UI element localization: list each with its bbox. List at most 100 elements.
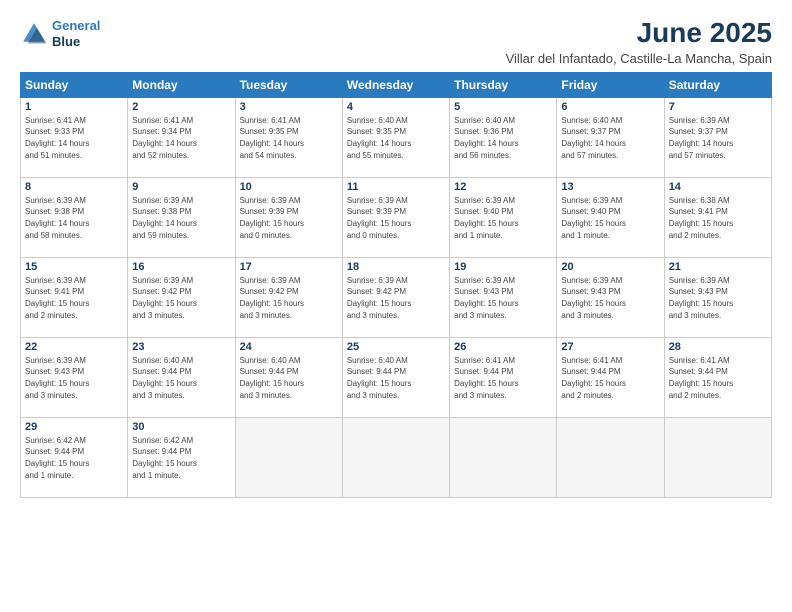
- weekday-monday: Monday: [128, 72, 235, 97]
- day-number: 26: [454, 341, 552, 353]
- day-number: 14: [669, 181, 767, 193]
- day-number: 11: [347, 181, 445, 193]
- table-row: 17Sunrise: 6:39 AMSunset: 9:42 PMDayligh…: [235, 257, 342, 337]
- table-row: 1Sunrise: 6:41 AMSunset: 9:33 PMDaylight…: [21, 97, 128, 177]
- table-row: 14 Sunrise: 6:38 AMSunset: 9:41 PMDayligh…: [664, 177, 771, 257]
- day-number: 29: [25, 421, 123, 433]
- day-number: 2: [132, 101, 230, 113]
- table-row: 5 Sunrise: 6:40 AMSunset: 9:36 PMDaylight…: [450, 97, 557, 177]
- day-info: Sunrise: 6:39 AMSunset: 9:43 PMDaylight:…: [561, 275, 659, 321]
- day-info: Sunrise: 6:40 AMSunset: 9:44 PMDaylight:…: [347, 355, 445, 401]
- day-number: 12: [454, 181, 552, 193]
- day-info: Sunrise: 6:40 AMSunset: 9:44 PMDaylight:…: [132, 355, 230, 401]
- subtitle: Villar del Infantado, Castille-La Mancha…: [506, 51, 772, 66]
- table-row: 6Sunrise: 6:40 AMSunset: 9:37 PMDaylight…: [557, 97, 664, 177]
- table-row: 15Sunrise: 6:39 AMSunset: 9:41 PMDayligh…: [21, 257, 128, 337]
- weekday-sunday: Sunday: [21, 72, 128, 97]
- table-row: 24Sunrise: 6:40 AMSunset: 9:44 PMDayligh…: [235, 337, 342, 417]
- day-number: 10: [240, 181, 338, 193]
- day-number: 18: [347, 261, 445, 273]
- day-number: 16: [132, 261, 230, 273]
- day-info: Sunrise: 6:41 AMSunset: 9:44 PMDaylight:…: [454, 355, 552, 401]
- day-info: Sunrise: 6:41 AMSunset: 9:35 PMDaylight:…: [240, 115, 338, 161]
- weekday-thursday: Thursday: [450, 72, 557, 97]
- title-area: June 2025 Villar del Infantado, Castille…: [506, 18, 772, 66]
- table-row: [235, 417, 342, 497]
- day-info: Sunrise: 6:39 AMSunset: 9:41 PMDaylight:…: [25, 275, 123, 321]
- day-number: 19: [454, 261, 552, 273]
- day-info: Sunrise: 6:38 AMSunset: 9:41 PMDaylight:…: [669, 195, 767, 241]
- day-number: 3: [240, 101, 338, 113]
- day-number: 9: [132, 181, 230, 193]
- day-info: Sunrise: 6:40 AMSunset: 9:35 PMDaylight:…: [347, 115, 445, 161]
- table-row: 30 Sunrise: 6:42 AMSunset: 9:44 PMDayligh…: [128, 417, 235, 497]
- day-info: Sunrise: 6:42 AMSunset: 9:44 PMDaylight:…: [132, 435, 230, 481]
- day-number: 6: [561, 101, 659, 113]
- day-info: Sunrise: 6:39 AMSunset: 9:38 PMDaylight:…: [25, 195, 123, 241]
- day-number: 28: [669, 341, 767, 353]
- table-row: 3 Sunrise: 6:41 AMSunset: 9:35 PMDaylight…: [235, 97, 342, 177]
- day-number: 4: [347, 101, 445, 113]
- table-row: 25 Sunrise: 6:40 AMSunset: 9:44 PMDayligh…: [342, 337, 449, 417]
- day-info: Sunrise: 6:39 AMSunset: 9:43 PMDaylight:…: [25, 355, 123, 401]
- day-info: Sunrise: 6:39 AMSunset: 9:40 PMDaylight:…: [454, 195, 552, 241]
- day-number: 30: [132, 421, 230, 433]
- main-title: June 2025: [506, 18, 772, 49]
- table-row: 26 Sunrise: 6:41 AMSunset: 9:44 PMDayligh…: [450, 337, 557, 417]
- day-number: 23: [132, 341, 230, 353]
- weekday-tuesday: Tuesday: [235, 72, 342, 97]
- table-row: 19 Sunrise: 6:39 AMSunset: 9:43 PMDayligh…: [450, 257, 557, 337]
- table-row: [450, 417, 557, 497]
- day-info: Sunrise: 6:39 AMSunset: 9:40 PMDaylight:…: [561, 195, 659, 241]
- day-info: Sunrise: 6:41 AMSunset: 9:44 PMDaylight:…: [669, 355, 767, 401]
- page: General Blue June 2025 Villar del Infant…: [0, 0, 792, 612]
- day-number: 24: [240, 341, 338, 353]
- table-row: 7 Sunrise: 6:39 AMSunset: 9:37 PMDaylight…: [664, 97, 771, 177]
- day-number: 21: [669, 261, 767, 273]
- day-number: 27: [561, 341, 659, 353]
- header: General Blue June 2025 Villar del Infant…: [20, 18, 772, 66]
- table-row: [342, 417, 449, 497]
- weekday-header-row: SundayMondayTuesdayWednesdayThursdayFrid…: [21, 72, 772, 97]
- day-info: Sunrise: 6:39 AMSunset: 9:38 PMDaylight:…: [132, 195, 230, 241]
- logo-icon: [20, 20, 48, 48]
- table-row: 13 Sunrise: 6:39 AMSunset: 9:40 PMDayligh…: [557, 177, 664, 257]
- table-row: [557, 417, 664, 497]
- day-number: 8: [25, 181, 123, 193]
- day-info: Sunrise: 6:40 AMSunset: 9:36 PMDaylight:…: [454, 115, 552, 161]
- day-info: Sunrise: 6:39 AMSunset: 9:39 PMDaylight:…: [347, 195, 445, 241]
- table-row: 18 Sunrise: 6:39 AMSunset: 9:42 PMDayligh…: [342, 257, 449, 337]
- table-row: 2Sunrise: 6:41 AMSunset: 9:34 PMDaylight…: [128, 97, 235, 177]
- day-info: Sunrise: 6:41 AMSunset: 9:44 PMDaylight:…: [561, 355, 659, 401]
- day-info: Sunrise: 6:39 AMSunset: 9:43 PMDaylight:…: [454, 275, 552, 321]
- day-number: 5: [454, 101, 552, 113]
- day-info: Sunrise: 6:42 AMSunset: 9:44 PMDaylight:…: [25, 435, 123, 481]
- day-info: Sunrise: 6:39 AMSunset: 9:42 PMDaylight:…: [347, 275, 445, 321]
- table-row: 16Sunrise: 6:39 AMSunset: 9:42 PMDayligh…: [128, 257, 235, 337]
- table-row: 23 Sunrise: 6:40 AMSunset: 9:44 PMDayligh…: [128, 337, 235, 417]
- day-number: 13: [561, 181, 659, 193]
- table-row: 27 Sunrise: 6:41 AMSunset: 9:44 PMDayligh…: [557, 337, 664, 417]
- table-row: 9 Sunrise: 6:39 AMSunset: 9:38 PMDaylight…: [128, 177, 235, 257]
- day-info: Sunrise: 6:39 AMSunset: 9:43 PMDaylight:…: [669, 275, 767, 321]
- day-info: Sunrise: 6:41 AMSunset: 9:33 PMDaylight:…: [25, 115, 123, 161]
- table-row: [664, 417, 771, 497]
- day-number: 25: [347, 341, 445, 353]
- table-row: 22 Sunrise: 6:39 AMSunset: 9:43 PMDayligh…: [21, 337, 128, 417]
- calendar: SundayMondayTuesdayWednesdayThursdayFrid…: [20, 72, 772, 498]
- calendar-week-1: 1Sunrise: 6:41 AMSunset: 9:33 PMDaylight…: [21, 97, 772, 177]
- day-number: 20: [561, 261, 659, 273]
- table-row: 8 Sunrise: 6:39 AMSunset: 9:38 PMDaylight…: [21, 177, 128, 257]
- calendar-week-2: 8 Sunrise: 6:39 AMSunset: 9:38 PMDaylight…: [21, 177, 772, 257]
- table-row: 28 Sunrise: 6:41 AMSunset: 9:44 PMDayligh…: [664, 337, 771, 417]
- weekday-saturday: Saturday: [664, 72, 771, 97]
- weekday-wednesday: Wednesday: [342, 72, 449, 97]
- calendar-week-4: 22 Sunrise: 6:39 AMSunset: 9:43 PMDayligh…: [21, 337, 772, 417]
- day-number: 7: [669, 101, 767, 113]
- table-row: 11 Sunrise: 6:39 AMSunset: 9:39 PMDayligh…: [342, 177, 449, 257]
- table-row: 29 Sunrise: 6:42 AMSunset: 9:44 PMDayligh…: [21, 417, 128, 497]
- logo: General Blue: [20, 18, 100, 49]
- day-number: 22: [25, 341, 123, 353]
- day-info: Sunrise: 6:39 AMSunset: 9:37 PMDaylight:…: [669, 115, 767, 161]
- table-row: 10Sunrise: 6:39 AMSunset: 9:39 PMDayligh…: [235, 177, 342, 257]
